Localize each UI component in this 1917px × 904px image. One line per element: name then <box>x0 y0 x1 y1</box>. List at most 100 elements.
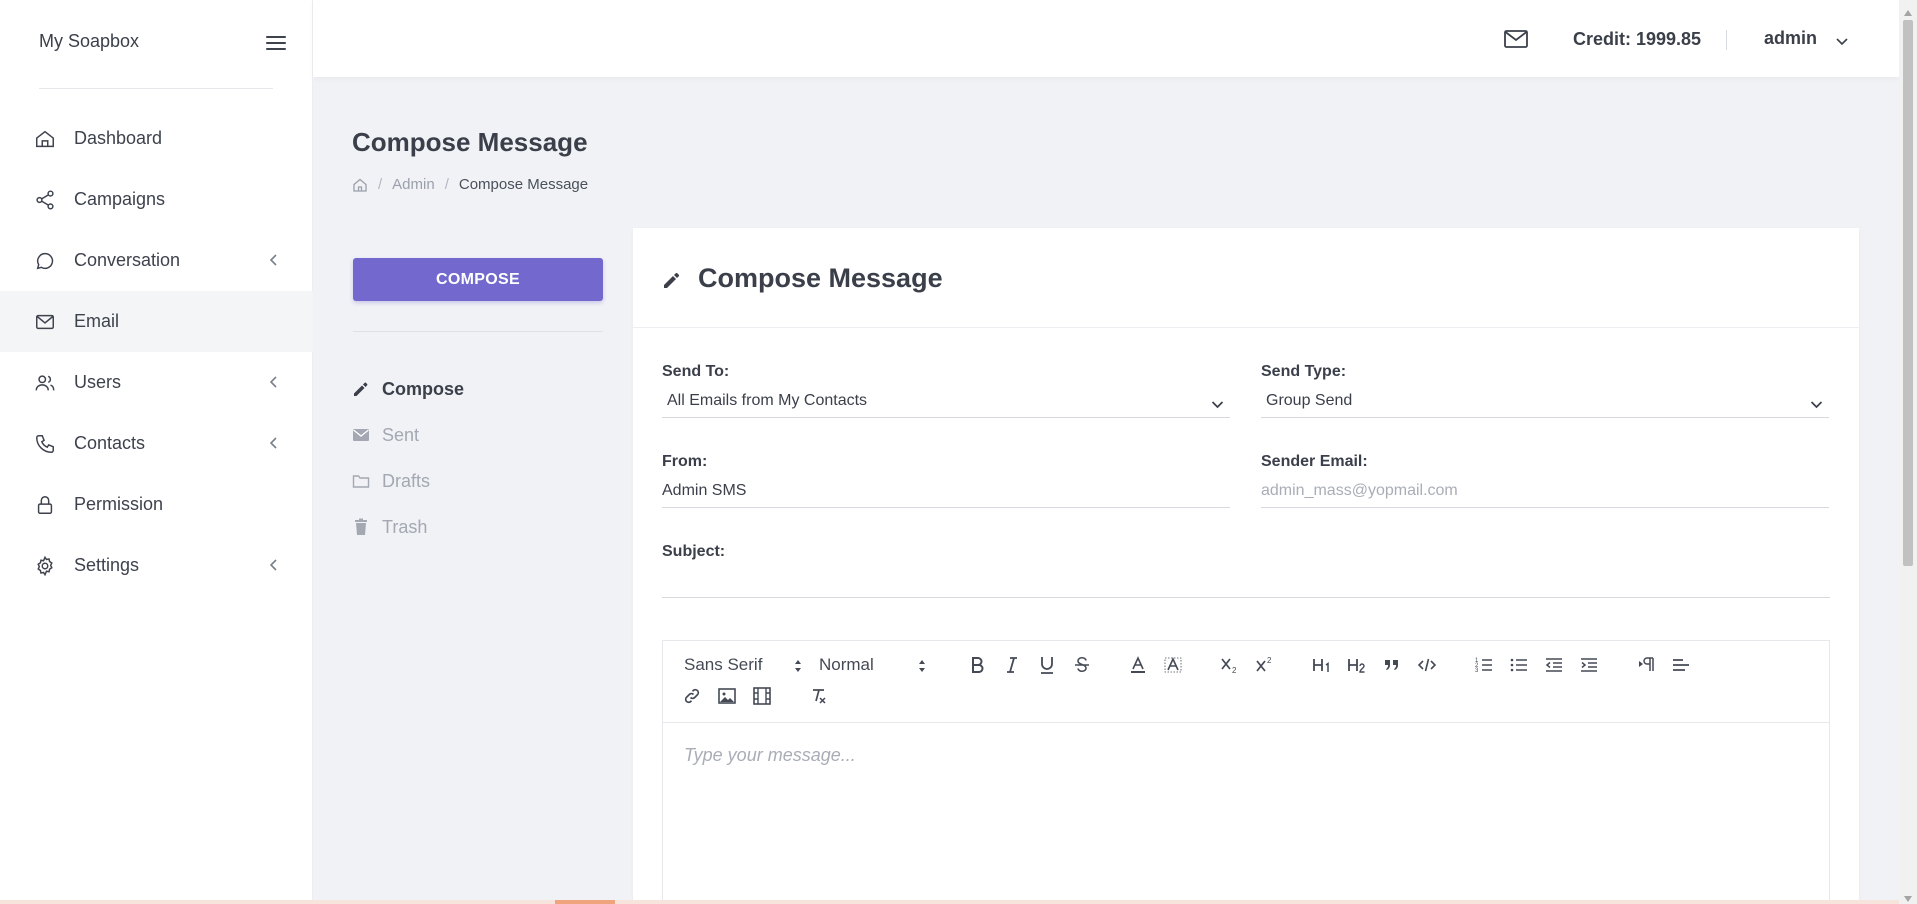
from-field[interactable] <box>662 474 1230 508</box>
ordered-list-icon[interactable]: 123 <box>1470 652 1498 678</box>
mail-folder-menu: Compose Sent Drafts Trash <box>352 366 464 550</box>
sidebar-item-contacts[interactable]: Contacts <box>0 413 313 474</box>
lock-icon <box>33 493 57 517</box>
chevron-down-icon <box>1835 34 1849 45</box>
phone-icon <box>33 432 57 456</box>
sidebar-item-label: Users <box>74 372 122 392</box>
indent-icon[interactable] <box>1575 652 1603 678</box>
align-left-icon[interactable] <box>1667 652 1695 678</box>
font-size-select[interactable]: Normal <box>819 653 929 677</box>
send-to-value: All Emails from My Contacts <box>667 391 868 409</box>
chevron-left-icon <box>266 435 280 451</box>
bottom-strip <box>0 900 1899 904</box>
breadcrumb-admin[interactable]: Admin <box>392 176 435 193</box>
send-type-select[interactable]: Group Send <box>1261 384 1829 418</box>
up-down-arrows-icon <box>794 658 802 672</box>
sidebar-item-dashboard[interactable]: Dashboard <box>0 108 313 169</box>
font-family-value: Sans Serif <box>684 655 763 674</box>
bold-icon[interactable] <box>963 652 991 678</box>
chevron-left-icon <box>266 252 280 268</box>
italic-icon[interactable] <box>998 652 1026 678</box>
font-family-select[interactable]: Sans Serif <box>684 653 806 677</box>
users-icon <box>33 371 57 395</box>
page-scrollbar[interactable] <box>1899 0 1917 904</box>
sidebar-item-settings[interactable]: Settings <box>0 535 313 596</box>
topbar: Credit: 1999.85 admin <box>313 0 1899 77</box>
editor-toolbar: Sans Serif Normal 2 2 1 2 3 <box>663 641 1829 723</box>
from-label: From: <box>662 453 708 470</box>
user-menu[interactable]: admin <box>1764 28 1849 49</box>
video-icon[interactable] <box>748 683 776 709</box>
chevron-down-icon <box>1810 396 1823 409</box>
compose-button[interactable]: COMPOSE <box>353 258 603 301</box>
folder-icon <box>352 472 370 490</box>
sidebar-item-users[interactable]: Users <box>0 352 313 413</box>
code-block-icon[interactable] <box>1413 652 1441 678</box>
sidebar-item-permission[interactable]: Permission <box>0 474 313 535</box>
text-color-icon[interactable] <box>1124 652 1152 678</box>
editor-content[interactable]: Type your message... <box>663 723 1829 904</box>
sidebar-item-email[interactable]: Email <box>0 291 313 352</box>
chevron-left-icon <box>266 374 280 390</box>
share-icon <box>33 188 57 212</box>
mail-menu-trash[interactable]: Trash <box>352 504 464 550</box>
subscript-icon[interactable]: 2 <box>1216 652 1244 678</box>
svg-text:3: 3 <box>1475 668 1479 674</box>
user-name: admin <box>1764 28 1818 48</box>
superscript-icon[interactable]: 2 <box>1251 652 1279 678</box>
scroll-down-arrow-icon[interactable] <box>1903 890 1913 902</box>
blockquote-icon[interactable] <box>1378 652 1406 678</box>
up-down-arrows-icon <box>918 658 926 672</box>
pencil-icon <box>352 380 370 398</box>
strikethrough-icon[interactable] <box>1068 652 1096 678</box>
mail-menu-compose[interactable]: Compose <box>352 366 464 412</box>
menu-toggle-icon[interactable] <box>264 33 288 53</box>
mail-menu-sent[interactable]: Sent <box>352 412 464 458</box>
clear-format-icon[interactable] <box>805 683 833 709</box>
sidebar-item-conversation[interactable]: Conversation <box>0 230 313 291</box>
highlight-color-icon[interactable] <box>1159 652 1187 678</box>
text-direction-icon[interactable] <box>1632 652 1660 678</box>
sidebar-item-label: Contacts <box>74 433 146 453</box>
outdent-icon[interactable] <box>1540 652 1568 678</box>
divider <box>353 331 603 332</box>
gear-icon <box>33 554 57 578</box>
mail-menu-label: Sent <box>382 424 420 445</box>
credit-balance: Credit: 1999.85 <box>1573 29 1702 49</box>
sidebar: My Soapbox Dashboard Campaigns Conversat… <box>0 0 313 904</box>
home-icon[interactable] <box>352 177 368 193</box>
sidebar-item-label: Campaigns <box>74 189 166 209</box>
subject-field[interactable] <box>662 564 1830 598</box>
bullet-list-icon[interactable] <box>1505 652 1533 678</box>
scroll-up-arrow-icon[interactable] <box>1903 4 1913 16</box>
message-editor: Sans Serif Normal 2 2 1 2 3 Type your me… <box>662 640 1830 904</box>
sidebar-item-label: Conversation <box>74 250 181 270</box>
divider <box>39 88 273 89</box>
envelope-icon[interactable] <box>1503 28 1529 50</box>
editor-placeholder: Type your message... <box>684 745 856 765</box>
chevron-left-icon <box>266 557 280 573</box>
card-header: Compose Message <box>633 228 1859 328</box>
link-icon[interactable] <box>678 683 706 709</box>
heading-1-icon[interactable] <box>1308 652 1336 678</box>
sidebar-item-campaigns[interactable]: Campaigns <box>0 169 313 230</box>
compose-card: Compose Message Send To: All Emails from… <box>633 228 1859 904</box>
send-to-select[interactable]: All Emails from My Contacts <box>662 384 1230 418</box>
breadcrumb-separator: / <box>378 176 383 193</box>
image-icon[interactable] <box>713 683 741 709</box>
breadcrumb-current: Compose Message <box>458 176 589 193</box>
mail-menu-label: Trash <box>382 516 428 537</box>
trash-icon <box>352 518 370 536</box>
mail-menu-label: Compose <box>382 378 465 399</box>
pencil-icon <box>662 270 682 290</box>
svg-text:2: 2 <box>1232 666 1237 675</box>
page-title: Compose Message <box>352 127 588 157</box>
scrollbar-thumb[interactable] <box>1903 20 1913 566</box>
sender-email-field[interactable] <box>1261 474 1829 508</box>
breadcrumb-separator: / <box>444 176 449 193</box>
mail-menu-drafts[interactable]: Drafts <box>352 458 464 504</box>
send-to-label: Send To: <box>662 363 730 380</box>
underline-icon[interactable] <box>1033 652 1061 678</box>
heading-2-icon[interactable] <box>1343 652 1371 678</box>
sidebar-item-label: Dashboard <box>74 128 163 148</box>
